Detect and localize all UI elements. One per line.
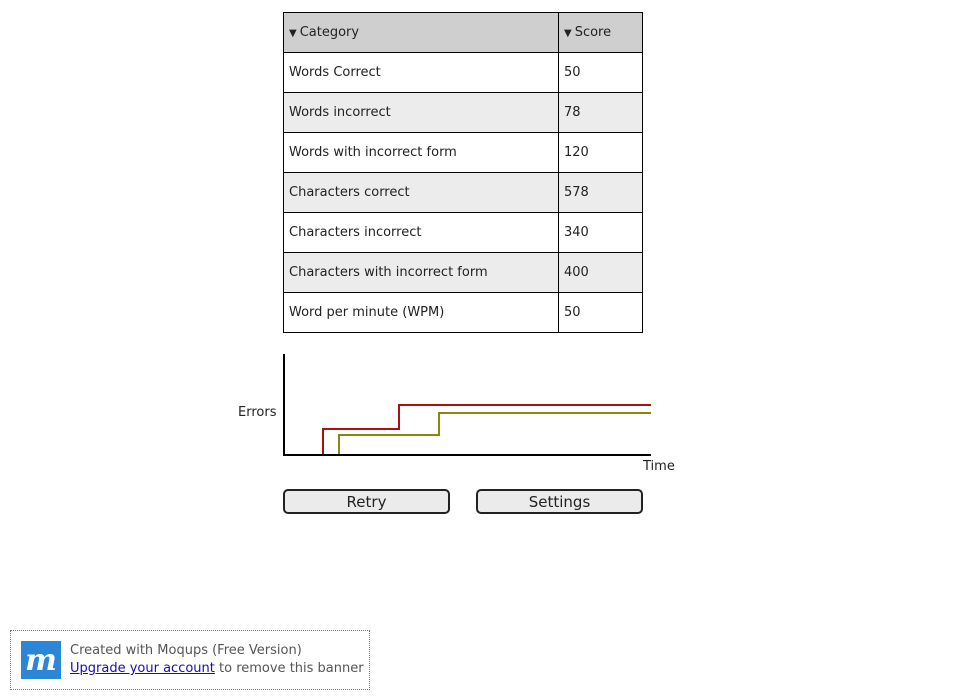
moqups-logo-icon: m [21,641,61,679]
category-cell: Words incorrect [283,92,559,133]
category-cell: Characters correct [283,172,559,213]
column-header-score[interactable]: ▼ Score [558,12,643,53]
moqups-banner: m Created with Moqups (Free Version) Upg… [10,630,370,690]
chart-canvas [283,354,651,456]
score-cell: 50 [558,52,643,93]
column-header-category[interactable]: ▼ Category [283,12,559,53]
sort-down-icon[interactable]: ▼ [289,28,297,39]
score-cell: 400 [558,252,643,293]
upgrade-account-link[interactable]: Upgrade your account [70,661,215,676]
chart-x-axis-label: Time [643,459,675,474]
table-row: Characters incorrect 340 [283,212,643,253]
table-row: Characters correct 578 [283,172,643,213]
table-row: Word per minute (WPM) 50 [283,292,643,333]
category-cell: Words with incorrect form [283,132,559,173]
column-header-label: Score [574,25,612,40]
score-cell: 340 [558,212,643,253]
score-cell: 578 [558,172,643,213]
banner-text: Created with Moqups (Free Version) Upgra… [70,642,364,678]
table-header-row: ▼ Category ▼ Score [283,12,643,53]
banner-line2-suffix: to remove this banner [214,661,364,676]
banner-title: Created with Moqups (Free Version) [70,643,302,658]
category-cell: Word per minute (WPM) [283,292,559,333]
chart-y-axis-label: Errors [238,405,277,420]
score-cell: 50 [558,292,643,333]
score-cell: 120 [558,132,643,173]
score-cell: 78 [558,92,643,133]
settings-button[interactable]: Settings [476,489,643,514]
chart-series-b-line [338,412,651,454]
table-row: Words Correct 50 [283,52,643,93]
category-cell: Characters with incorrect form [283,252,559,293]
category-cell: Words Correct [283,52,559,93]
column-header-label: Category [299,25,360,40]
table-row: Characters with incorrect form 400 [283,252,643,293]
category-cell: Characters incorrect [283,212,559,253]
errors-chart: Errors Time [230,350,690,480]
table-row: Words incorrect 78 [283,92,643,133]
sort-down-icon[interactable]: ▼ [564,28,572,39]
score-table: ▼ Category ▼ Score Words Correct 50 Words … [283,12,643,333]
table-row: Words with incorrect form 120 [283,132,643,173]
banner-line2: Upgrade your account to remove this bann… [70,660,364,678]
retry-button[interactable]: Retry [283,489,450,514]
